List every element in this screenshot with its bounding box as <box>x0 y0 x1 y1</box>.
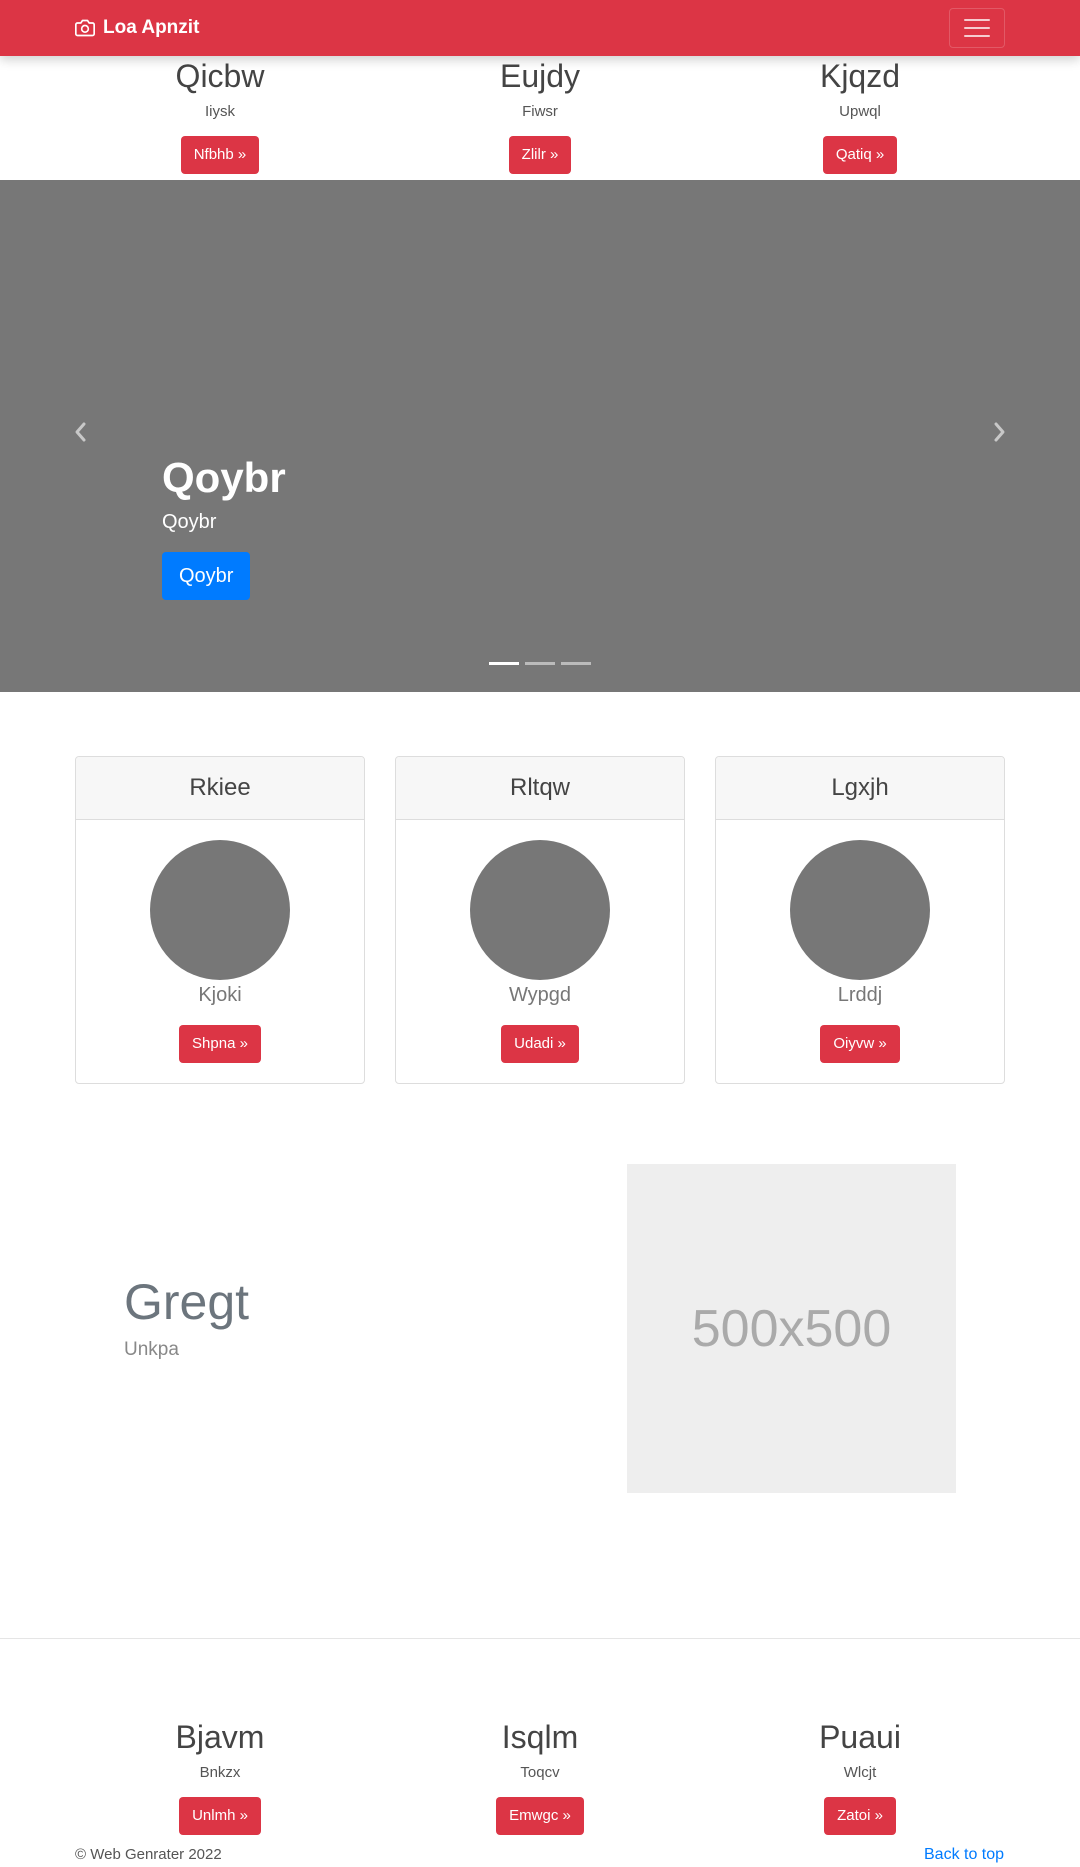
carousel: Qoybr Qoybr Qoybr <box>0 180 1080 692</box>
avatar <box>470 840 610 980</box>
bottom-column-2: Isqlm Toqcv Emwgc » <box>395 1718 685 1836</box>
card-header: Rkiee <box>76 757 364 820</box>
card-button[interactable]: Udadi » <box>501 1025 579 1063</box>
avatar <box>790 840 930 980</box>
column-heading: Qicbw <box>175 58 265 94</box>
placeholder-image: 500x500 <box>627 1164 956 1493</box>
hamburger-icon <box>964 19 990 21</box>
placeholder-label: 500x500 <box>691 1299 892 1358</box>
carousel-button[interactable]: Qoybr <box>162 552 251 601</box>
bottom-column-1: Bjavm Bnkzx Unlmh » <box>75 1718 365 1836</box>
column-button[interactable]: Unlmh » <box>179 1797 261 1836</box>
top-column-2: Eujdy Fiwsr Zlilr » <box>395 57 685 175</box>
column-button[interactable]: Nfbhb » <box>180 136 260 175</box>
card-3: Lgxjh Lrddj Oiyvw » <box>715 756 1005 1084</box>
card-2: Rltqw Wypgd Udadi » <box>395 756 685 1084</box>
featurette-title: Gregt <box>124 1274 250 1330</box>
column-button[interactable]: Emwgc » <box>496 1797 584 1836</box>
carousel-subtitle: Qoybr <box>162 511 217 534</box>
carousel-indicator-1[interactable] <box>489 662 519 665</box>
column-heading: Kjqzd <box>819 58 901 94</box>
carousel-indicators <box>489 662 591 665</box>
top-column-3: Kjqzd Upwql Qatiq » <box>715 57 1005 175</box>
column-text: Toqcv <box>520 1764 560 1782</box>
card-header: Rltqw <box>396 757 684 820</box>
column-heading: Eujdy <box>499 58 581 94</box>
featurette-subtitle: Unkpa <box>124 1339 179 1360</box>
navbar: Loa Apnzit <box>0 0 1080 56</box>
navbar-toggler-button[interactable] <box>949 8 1005 48</box>
column-button[interactable]: Zlilr » <box>508 136 572 175</box>
brand-name: Loa Apnzit <box>103 17 200 38</box>
card-name: Wypgd <box>508 984 572 1006</box>
column-button[interactable]: Qatiq » <box>822 136 898 175</box>
card-button[interactable]: Shpna » <box>179 1025 261 1063</box>
column-text: Wlcjt <box>843 1764 877 1782</box>
brand-link[interactable]: Loa Apnzit <box>75 0 199 56</box>
card-name: Kjoki <box>198 984 242 1006</box>
column-text: Iiysk <box>205 103 235 121</box>
column-text: Bnkzx <box>199 1764 241 1782</box>
card-header: Lgxjh <box>716 757 1004 820</box>
carousel-indicator-2[interactable] <box>525 662 555 665</box>
column-heading: Isqlm <box>501 1719 579 1755</box>
carousel-caption: Qoybr Qoybr Qoybr <box>162 453 286 601</box>
bottom-column-3: Puaui Wlcjt Zatoi » <box>715 1718 1005 1836</box>
avatar <box>150 840 290 980</box>
footer-copyright: © Web Genrater 2022 <box>75 1846 222 1863</box>
card-1: Rkiee Kjoki Shpna » <box>75 756 365 1084</box>
column-text: Upwql <box>839 103 881 121</box>
camera-icon <box>75 19 95 37</box>
top-column-1: Qicbw Iiysk Nfbhb » <box>75 57 365 175</box>
card-button[interactable]: Oiyvw » <box>820 1025 900 1063</box>
column-heading: Puaui <box>819 1719 901 1755</box>
carousel-title: Qoybr <box>162 454 286 501</box>
column-text: Fiwsr <box>522 103 558 121</box>
chevron-right-icon[interactable] <box>987 420 1011 444</box>
column-button[interactable]: Zatoi » <box>824 1797 896 1836</box>
chevron-left-icon[interactable] <box>69 420 93 444</box>
carousel-indicator-3[interactable] <box>561 662 591 665</box>
back-to-top-link[interactable]: Back to top <box>924 1846 1004 1864</box>
card-name: Lrddj <box>837 984 883 1006</box>
column-heading: Bjavm <box>175 1719 265 1755</box>
divider <box>0 1638 1080 1639</box>
